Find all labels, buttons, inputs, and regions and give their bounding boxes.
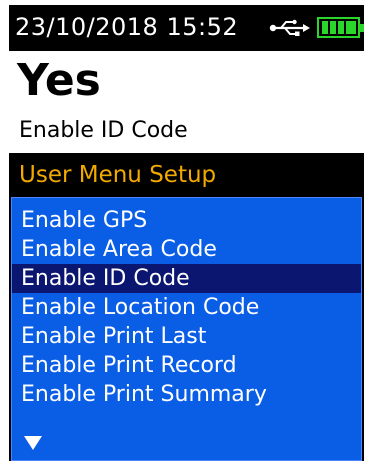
battery-tip — [360, 24, 364, 32]
menu-item-enable-print-summary[interactable]: Enable Print Summary — [12, 380, 361, 409]
current-setting-label: Enable ID Code — [19, 118, 188, 143]
menu-title: User Menu Setup — [19, 162, 217, 188]
menu-item-enable-gps[interactable]: Enable GPS — [12, 206, 361, 235]
date-time: 23/10/2018 15:52 — [15, 13, 239, 41]
menu-item-enable-area-code[interactable]: Enable Area Code — [12, 235, 361, 264]
menu-item-enable-print-record[interactable]: Enable Print Record — [12, 351, 361, 380]
battery-bar — [322, 21, 328, 34]
down-arrow-icon[interactable] — [24, 436, 42, 450]
current-value: Yes — [17, 55, 101, 106]
menu-list: Enable GPS Enable Area Code Enable ID Co… — [11, 197, 362, 461]
status-bar: 23/10/2018 15:52 — [9, 5, 364, 51]
battery-bar — [338, 21, 344, 34]
battery-bar — [330, 21, 336, 34]
menu-item-enable-id-code[interactable]: Enable ID Code — [12, 264, 361, 293]
menu-header: User Menu Setup — [9, 153, 364, 197]
menu-item-enable-location-code[interactable]: Enable Location Code — [12, 293, 361, 322]
usb-icon — [269, 19, 310, 36]
value-panel: Yes Enable ID Code — [9, 51, 364, 153]
menu-item-enable-print-last[interactable]: Enable Print Last — [12, 322, 361, 351]
device-display: 23/10/2018 15:52 Yes Enable ID Code User… — [0, 0, 371, 461]
battery-bar — [352, 21, 356, 34]
battery-icon — [317, 17, 364, 38]
lcd-screen: 23/10/2018 15:52 Yes Enable ID Code User… — [9, 5, 364, 461]
